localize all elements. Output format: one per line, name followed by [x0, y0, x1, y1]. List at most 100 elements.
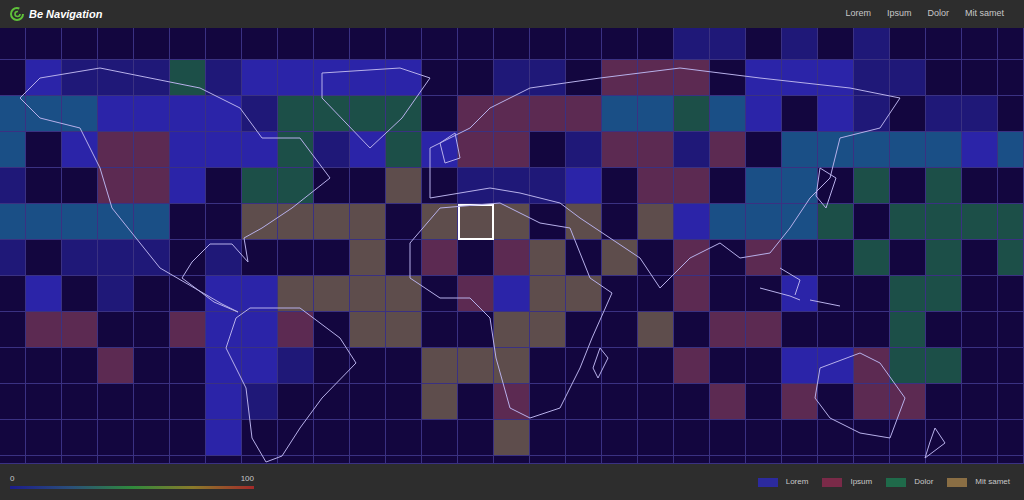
map-cell[interactable]: [674, 312, 710, 348]
map-cell[interactable]: [422, 276, 458, 312]
map-cell[interactable]: [998, 132, 1024, 168]
map-cell[interactable]: [854, 168, 890, 204]
map-cell[interactable]: [242, 132, 278, 168]
map-cell[interactable]: [170, 132, 206, 168]
map-cell[interactable]: [710, 28, 746, 60]
map-cell[interactable]: [0, 420, 26, 456]
map-cell[interactable]: [674, 240, 710, 276]
map-cell[interactable]: [314, 420, 350, 456]
map-cell[interactable]: [0, 168, 26, 204]
map-cell[interactable]: [674, 96, 710, 132]
map-cell[interactable]: [314, 348, 350, 384]
map-cell[interactable]: [998, 96, 1024, 132]
map-cell[interactable]: [566, 384, 602, 420]
map-cell[interactable]: [746, 312, 782, 348]
map-cell[interactable]: [638, 420, 674, 456]
map-cell[interactable]: [962, 96, 998, 132]
map-cell[interactable]: [530, 60, 566, 96]
map-cell[interactable]: [566, 420, 602, 456]
map-cell[interactable]: [350, 312, 386, 348]
map-cell[interactable]: [206, 132, 242, 168]
map-cell[interactable]: [278, 132, 314, 168]
map-cell[interactable]: [746, 168, 782, 204]
map-cell[interactable]: [818, 60, 854, 96]
map-cell[interactable]: [62, 312, 98, 348]
map-cell[interactable]: [674, 60, 710, 96]
map-cell[interactable]: [242, 96, 278, 132]
map-cell[interactable]: [26, 276, 62, 312]
map-cell[interactable]: [494, 348, 530, 384]
map-cell[interactable]: [566, 204, 602, 240]
map-cell[interactable]: [242, 204, 278, 240]
map-cell[interactable]: [170, 348, 206, 384]
map-cell[interactable]: [494, 420, 530, 456]
map-cell[interactable]: [854, 456, 890, 464]
map-cell[interactable]: [242, 420, 278, 456]
map-cell[interactable]: [782, 420, 818, 456]
map-cell[interactable]: [422, 204, 458, 240]
map-cell[interactable]: [134, 384, 170, 420]
map-cell[interactable]: [782, 96, 818, 132]
map-cell[interactable]: [962, 384, 998, 420]
map-cell[interactable]: [62, 240, 98, 276]
map-cell[interactable]: [134, 420, 170, 456]
map-cell[interactable]: [746, 240, 782, 276]
map-cell[interactable]: [782, 28, 818, 60]
map-cell[interactable]: [422, 312, 458, 348]
map-cell[interactable]: [566, 168, 602, 204]
map-cell[interactable]: [854, 276, 890, 312]
map-cell[interactable]: [62, 28, 98, 60]
map-cell[interactable]: [818, 276, 854, 312]
map-cell[interactable]: [458, 276, 494, 312]
map-cell[interactable]: [26, 384, 62, 420]
map-cell[interactable]: [422, 132, 458, 168]
map-cell[interactable]: [0, 384, 26, 420]
map-cell[interactable]: [242, 168, 278, 204]
map-cell[interactable]: [458, 420, 494, 456]
map-cell[interactable]: [530, 384, 566, 420]
map-cell[interactable]: [890, 240, 926, 276]
map-cell[interactable]: [206, 60, 242, 96]
map-cell[interactable]: [350, 420, 386, 456]
map-cell[interactable]: [0, 348, 26, 384]
map-cell[interactable]: [170, 276, 206, 312]
map-cell[interactable]: [170, 384, 206, 420]
map-cell[interactable]: [206, 240, 242, 276]
legend-item[interactable]: Dolor: [886, 476, 933, 488]
map-cell[interactable]: [278, 384, 314, 420]
map-cell[interactable]: [422, 96, 458, 132]
map-cell[interactable]: [350, 204, 386, 240]
map-cell[interactable]: [422, 420, 458, 456]
map-cell[interactable]: [782, 456, 818, 464]
map-cell[interactable]: [98, 456, 134, 464]
map-cell[interactable]: [98, 276, 134, 312]
map-cell[interactable]: [386, 28, 422, 60]
map-cell[interactable]: [602, 348, 638, 384]
map-cell[interactable]: [926, 28, 962, 60]
map-cell[interactable]: [998, 168, 1024, 204]
map-cell[interactable]: [206, 28, 242, 60]
map-cell[interactable]: [962, 204, 998, 240]
map-cell[interactable]: [710, 420, 746, 456]
map-cell[interactable]: [134, 312, 170, 348]
map-cell[interactable]: [602, 60, 638, 96]
map-cell[interactable]: [494, 60, 530, 96]
map-cell[interactable]: [494, 28, 530, 60]
map-cell[interactable]: [242, 276, 278, 312]
map-cell[interactable]: [746, 420, 782, 456]
map-cell[interactable]: [854, 420, 890, 456]
map-cell[interactable]: [278, 276, 314, 312]
map-cell[interactable]: [818, 240, 854, 276]
map-cell[interactable]: [98, 420, 134, 456]
map-cell[interactable]: [350, 96, 386, 132]
map-cell[interactable]: [278, 240, 314, 276]
map-cell[interactable]: [854, 348, 890, 384]
map-cell[interactable]: [890, 276, 926, 312]
map-cell[interactable]: [926, 240, 962, 276]
map-cell[interactable]: [926, 276, 962, 312]
map-cell[interactable]: [710, 168, 746, 204]
map-cell[interactable]: [530, 168, 566, 204]
map-cell[interactable]: [98, 60, 134, 96]
map-cell[interactable]: [530, 96, 566, 132]
map-cell[interactable]: [458, 456, 494, 464]
